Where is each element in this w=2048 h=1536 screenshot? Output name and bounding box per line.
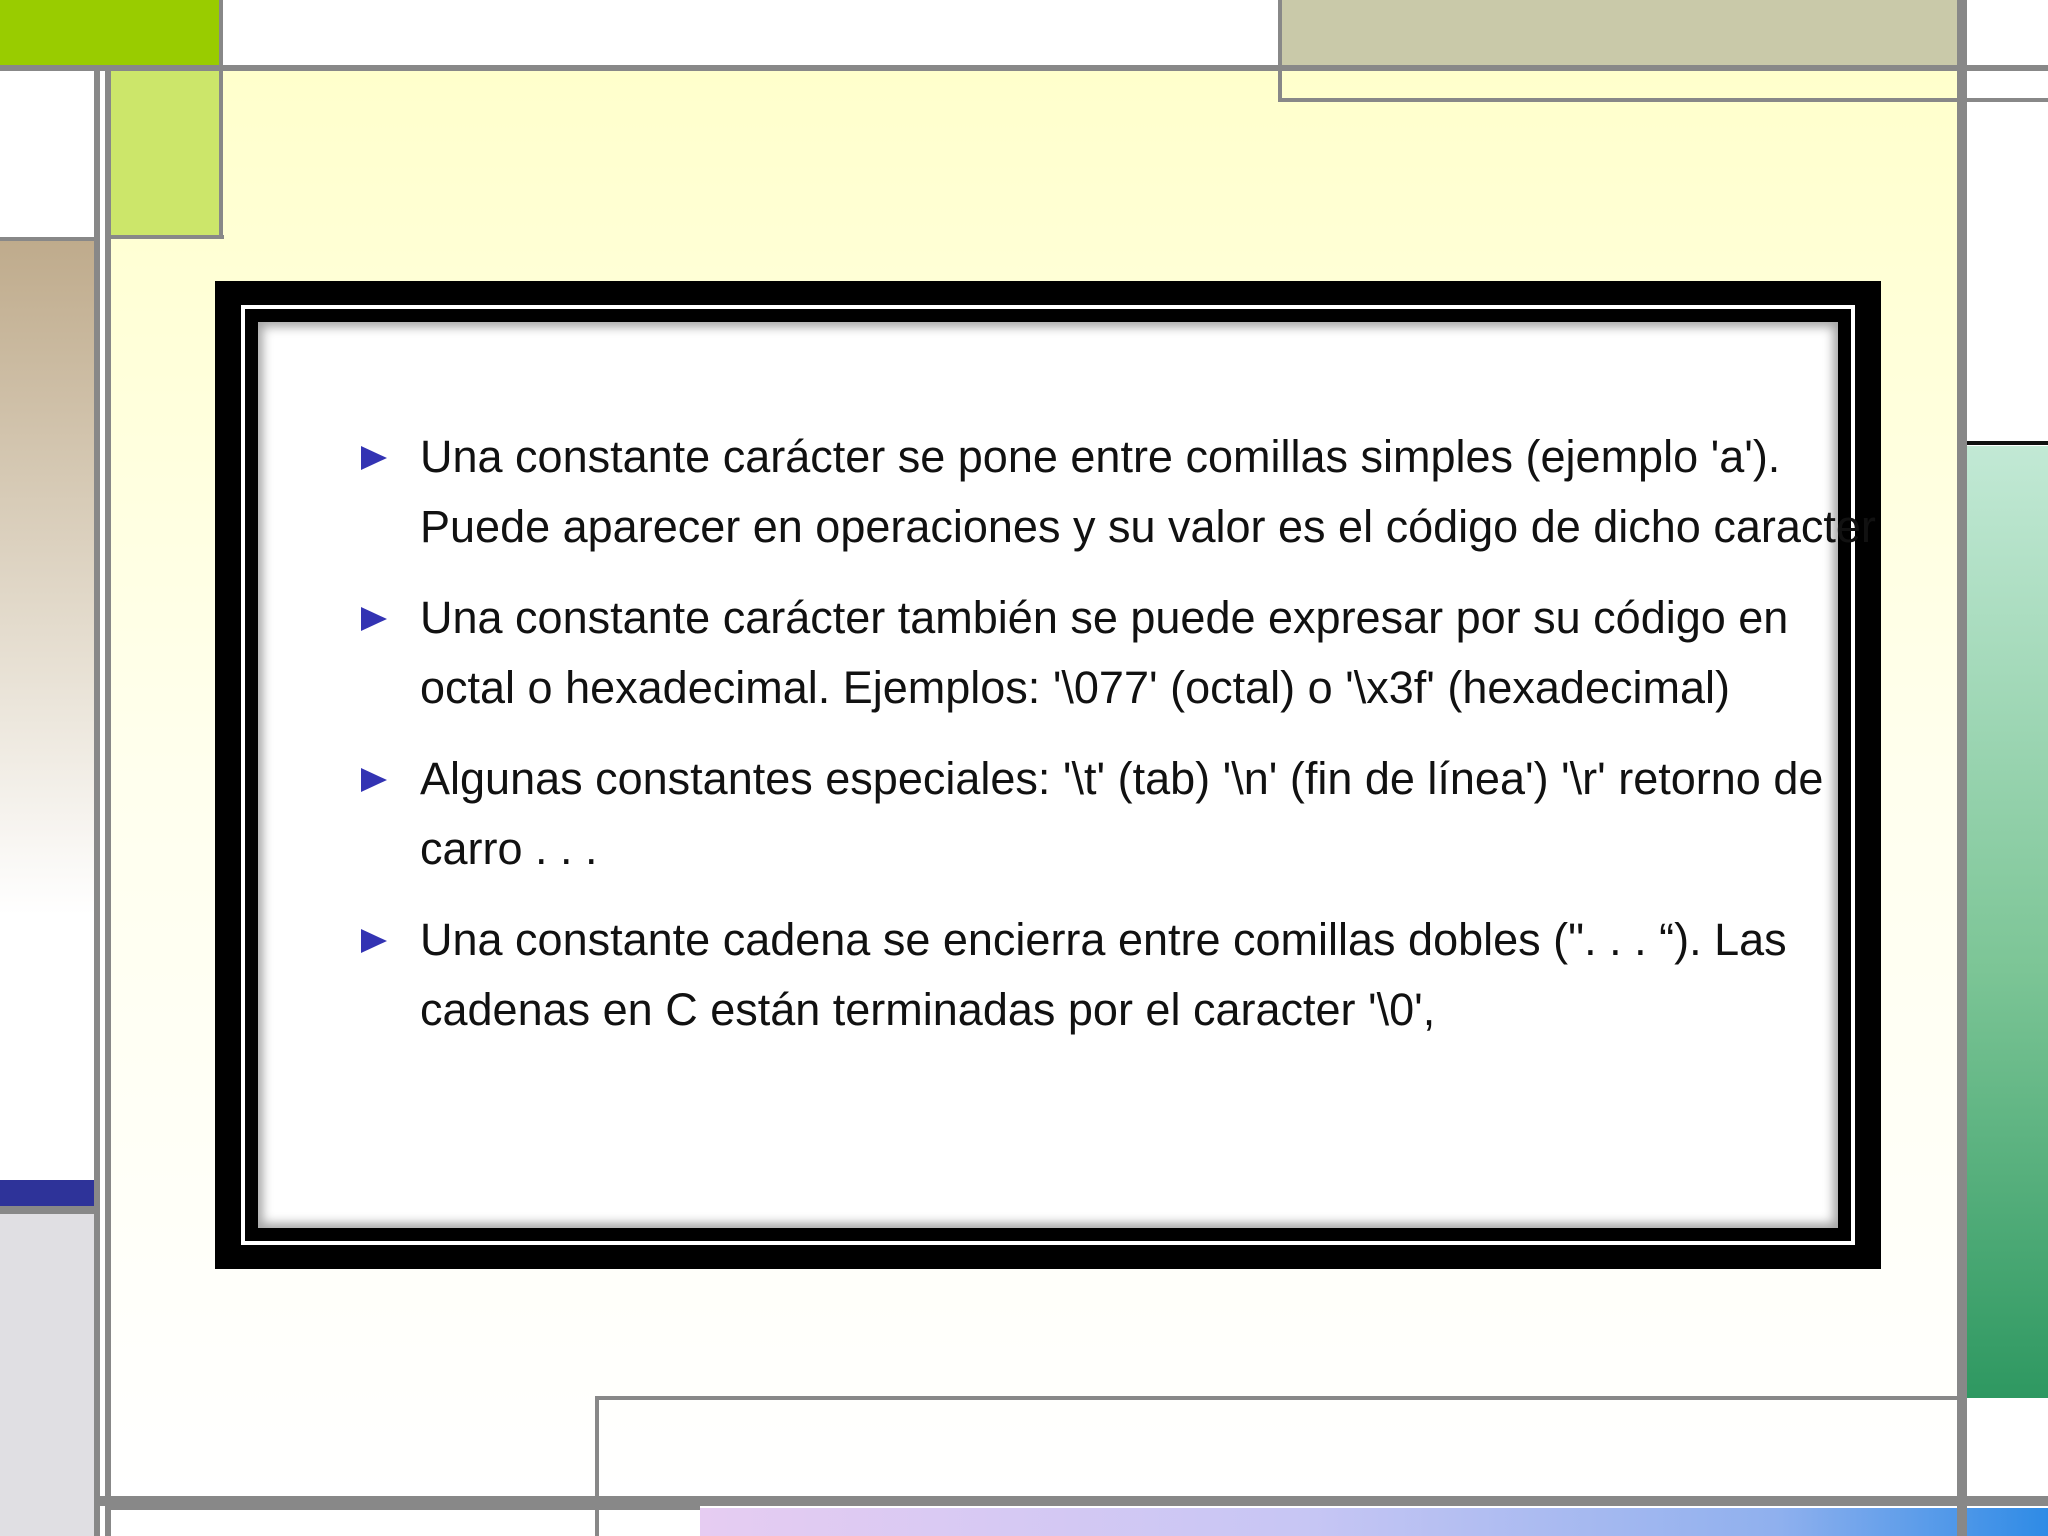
triangle-bullet-icon [361, 446, 387, 470]
right-black-line [1962, 441, 2048, 445]
list-item-text: Una constante cadena se encierra entre c… [420, 914, 1787, 1035]
list-item: Una constante carácter se pone entre com… [358, 422, 1888, 561]
frame-line-topleft-box-bottom [111, 235, 224, 239]
bullet-list: Una constante carácter se pone entre com… [358, 422, 1888, 1066]
frame-line-bottomright-box-right [1957, 1396, 1961, 1496]
triangle-bullet-icon [361, 607, 387, 631]
top-right-khaki-block [1280, 0, 1958, 65]
top-left-green-block [0, 0, 221, 65]
frame-line-topleft-box-right [219, 0, 223, 239]
right-green-gradient-block [1967, 446, 2048, 1398]
frame-line-bottom-separator [111, 1506, 700, 1510]
frame-line-top [0, 65, 2048, 71]
list-item-text: Una constante carácter se pone entre com… [420, 431, 1876, 552]
frame-line-topright-box-left [1278, 0, 1282, 102]
list-item: Una constante cadena se encierra entre c… [358, 905, 1888, 1044]
frame-line-left-outer [94, 71, 100, 1536]
frame-line-left-inner [105, 71, 111, 1536]
list-item: Algunas constantes especiales: '\t' (tab… [358, 744, 1888, 883]
list-item-text: Algunas constantes especiales: '\t' (tab… [420, 753, 1824, 874]
frame-line-bottom [100, 1496, 2048, 1506]
left-gray-block [0, 1214, 94, 1536]
left-tan-gradient-block [0, 241, 94, 1177]
frame-line-left-separator-1 [0, 237, 94, 241]
top-left-lightgreen-block [111, 71, 221, 238]
triangle-bullet-icon [361, 768, 387, 792]
list-item: Una constante carácter también se puede … [358, 583, 1888, 722]
frame-line-bottomright-box-top [595, 1396, 1967, 1400]
triangle-bullet-icon [361, 929, 387, 953]
bottom-gradient-bar [700, 1508, 2048, 1536]
left-blue-stripe [0, 1180, 94, 1206]
frame-line-left-separator-2 [0, 1206, 94, 1214]
frame-line-right [1957, 0, 1967, 1536]
list-item-text: Una constante carácter también se puede … [420, 592, 1789, 713]
frame-line-topright-box-bottom [1278, 98, 2048, 102]
content-box-body: Una constante carácter se pone entre com… [258, 322, 1876, 1228]
content-box: Una constante carácter se pone entre com… [215, 281, 1881, 1269]
frame-line-bottomright-box-left [595, 1396, 599, 1536]
